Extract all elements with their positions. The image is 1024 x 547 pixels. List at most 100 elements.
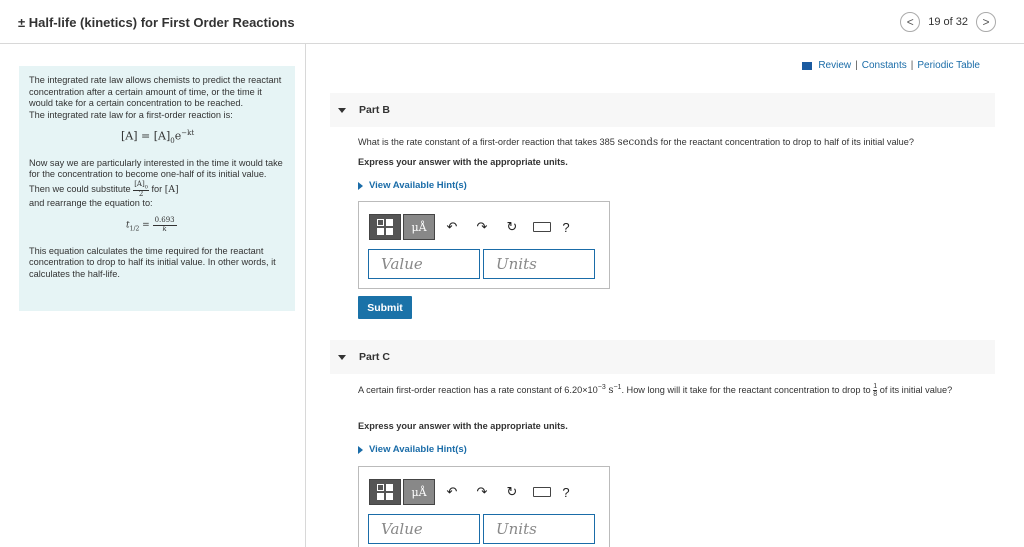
intro-paragraph-4: and rearrange the equation to: [29, 197, 153, 208]
part-c-value-input[interactable]: Value [368, 514, 480, 544]
mu-angstrom-icon: μÅ [411, 485, 427, 499]
reset-icon: ↻ [506, 484, 518, 499]
top-bar: ± Half-life (kinetics) for First Order R… [0, 0, 1024, 44]
keyboard-button[interactable] [527, 479, 557, 505]
answer-fields: Value Units [368, 514, 595, 544]
keyboard-icon [533, 487, 551, 497]
keyboard-icon [533, 222, 551, 232]
part-b-hint-toggle[interactable]: View Available Hint(s) [358, 180, 467, 191]
help-icon: ? [562, 219, 570, 235]
part-c-units-input[interactable]: Units [483, 514, 595, 544]
chevron-left-icon: < [906, 15, 914, 29]
part-c-question-mid: . How long will it take for the reactant… [621, 385, 871, 396]
substitution-fraction: [A]0 2 [133, 179, 149, 198]
part-b-header[interactable]: Part B [330, 93, 995, 127]
undo-button[interactable]: ↶ [437, 479, 467, 505]
part-c-header[interactable]: Part C [330, 340, 995, 374]
intro-paragraph-1: The integrated rate law allows chemists … [29, 75, 282, 108]
prev-item-button[interactable]: < [900, 12, 921, 32]
integrated-rate-law-equation: [A] = [A]0e−kt [121, 129, 285, 146]
eq2-den: k [162, 225, 167, 234]
review-link[interactable]: Review [818, 60, 851, 71]
half-life-equation: t1/2 = 0.693 k [126, 217, 285, 233]
link-separator: | [855, 60, 858, 71]
part-b-label: Part B [359, 104, 390, 116]
part-b-units-input[interactable]: Units [483, 249, 595, 279]
part-c-question-exp: −3 [597, 384, 606, 391]
item-navigation: < 19 of 32 > [900, 12, 996, 32]
page-title: ± Half-life (kinetics) for First Order R… [18, 15, 295, 30]
resource-links: Review | Constants | Periodic Table [802, 60, 980, 71]
link-separator: | [910, 60, 914, 71]
redo-button[interactable]: ↷ [467, 479, 497, 505]
part-c-hint-toggle[interactable]: View Available Hint(s) [358, 444, 467, 455]
part-b-question-post: for the reactant concentration to drop t… [660, 137, 914, 147]
part-c-label: Part C [359, 351, 390, 363]
subst-den: 2 [138, 189, 144, 198]
eq1-main: [A] = [A] [121, 129, 171, 143]
periodic-table-link[interactable]: Periodic Table [917, 60, 980, 71]
eq2-sub: 1/2 [129, 225, 140, 233]
part-c-answer-box: μÅ ↶ ↷ ↻ ? Value Units [358, 466, 610, 547]
help-icon: ? [562, 484, 570, 500]
eq2-fraction: 0.693 k [152, 217, 177, 234]
next-item-button[interactable]: > [976, 12, 996, 32]
intro-A: [A] [164, 183, 179, 195]
template-button[interactable] [369, 479, 401, 505]
undo-button[interactable]: ↶ [437, 214, 467, 240]
intro-paragraph-3: Now say we are particularly interested i… [29, 158, 285, 198]
intro-for: for [151, 183, 163, 194]
template-icon [377, 484, 393, 500]
mu-angstrom-button[interactable]: μÅ [403, 214, 435, 240]
help-button[interactable]: ? [557, 214, 575, 240]
reset-button[interactable]: ↻ [497, 479, 527, 505]
part-b-question-pre: What is the rate constant of a first-ord… [358, 137, 615, 147]
constants-link[interactable]: Constants [862, 60, 907, 71]
caret-right-icon [358, 181, 363, 190]
part-c-question-pre: A certain first-order reaction has a rat… [358, 385, 598, 396]
intro-paragraph-2: The integrated rate law for a first-orde… [29, 109, 233, 120]
help-button[interactable]: ? [557, 479, 575, 505]
part-c-express: Express your answer with the appropriate… [358, 421, 568, 431]
part-c-question: A certain first-order reaction has a rat… [358, 382, 998, 399]
subst-num: [A] [134, 179, 145, 188]
reset-button[interactable]: ↻ [497, 214, 527, 240]
intro-paragraph-5: This equation calculates the time requir… [29, 245, 276, 279]
mu-angstrom-icon: μÅ [411, 220, 427, 234]
reset-icon: ↻ [506, 219, 518, 234]
part-c-fraction: 18 [873, 383, 878, 399]
part-c-frac-den: 8 [873, 391, 878, 399]
subst-num-sub: 0 [144, 183, 148, 190]
eq2-equals: = [142, 221, 150, 232]
undo-icon: ↶ [446, 219, 458, 234]
book-icon [802, 61, 813, 70]
template-icon [377, 219, 393, 235]
eq1-exp: −kt [181, 129, 195, 137]
item-position: 19 of 32 [928, 16, 968, 28]
caret-right-icon [358, 445, 363, 454]
part-b-express: Express your answer with the appropriate… [358, 157, 568, 167]
redo-button[interactable]: ↷ [467, 214, 497, 240]
undo-icon: ↶ [446, 484, 458, 499]
part-c-question-post: of its initial value? [879, 385, 953, 396]
part-b-value-input[interactable]: Value [368, 249, 480, 279]
caret-down-icon [338, 108, 346, 113]
answer-fields: Value Units [368, 249, 595, 279]
intro-panel: The integrated rate law allows chemists … [19, 66, 295, 311]
redo-icon: ↷ [476, 484, 488, 499]
part-c-hint-label: View Available Hint(s) [369, 444, 467, 455]
redo-icon: ↷ [476, 219, 488, 234]
caret-down-icon [338, 355, 346, 360]
part-b-question-unit: seconds [617, 137, 659, 148]
column-divider [305, 44, 306, 547]
part-b-question: What is the rate constant of a first-ord… [358, 135, 998, 151]
part-b-answer-box: μÅ ↶ ↷ ↻ ? Value Units [358, 201, 610, 289]
part-c-frac-num: 1 [873, 383, 878, 392]
keyboard-button[interactable] [527, 214, 557, 240]
mu-angstrom-button[interactable]: μÅ [403, 479, 435, 505]
part-b-hint-label: View Available Hint(s) [369, 180, 467, 191]
submit-button[interactable]: Submit [358, 296, 412, 319]
template-button[interactable] [369, 214, 401, 240]
answer-toolbar: μÅ ↶ ↷ ↻ ? [369, 479, 575, 505]
answer-toolbar: μÅ ↶ ↷ ↻ ? [369, 214, 575, 240]
